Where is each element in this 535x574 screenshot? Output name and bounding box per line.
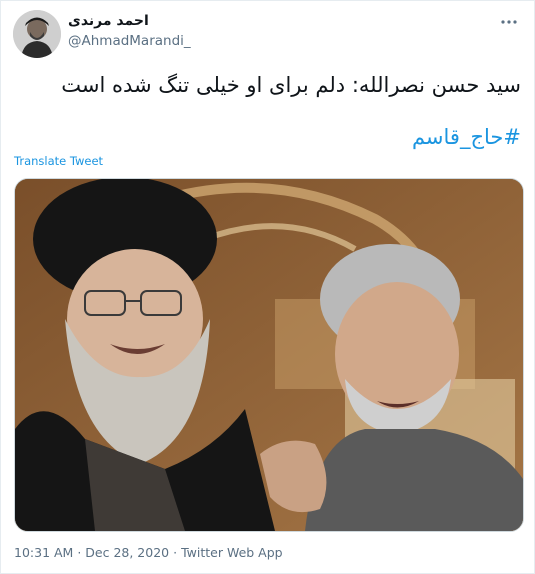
meta-separator: · — [77, 545, 82, 560]
avatar-image — [13, 10, 61, 58]
meta-separator: · — [173, 545, 178, 560]
translate-tweet-link[interactable]: Translate Tweet — [14, 154, 103, 168]
hashtag-link[interactable]: #حاج_قاسم — [412, 125, 521, 149]
tweet-source[interactable]: Twitter Web App — [181, 545, 283, 560]
tweet-media-photo[interactable] — [14, 178, 524, 532]
photo-image — [15, 179, 523, 531]
avatar[interactable] — [13, 10, 61, 58]
tweet-card: احمد مرندی @AhmadMarandi_ سید حسن نصرالل… — [0, 0, 535, 574]
more-dots-icon — [501, 20, 517, 24]
tweet-date[interactable]: Dec 28, 2020 — [85, 545, 169, 560]
tweet-meta: 10:31 AM · Dec 28, 2020 · Twitter Web Ap… — [14, 545, 283, 560]
tweet-text: سید حسن نصرالله: دلم برای او خیلی تنگ شد… — [61, 73, 521, 97]
more-options-button[interactable] — [496, 9, 522, 35]
author-display-name[interactable]: احمد مرندی — [68, 13, 149, 29]
author-handle[interactable]: @AhmadMarandi_ — [68, 33, 191, 49]
tweet-time[interactable]: 10:31 AM — [14, 545, 73, 560]
